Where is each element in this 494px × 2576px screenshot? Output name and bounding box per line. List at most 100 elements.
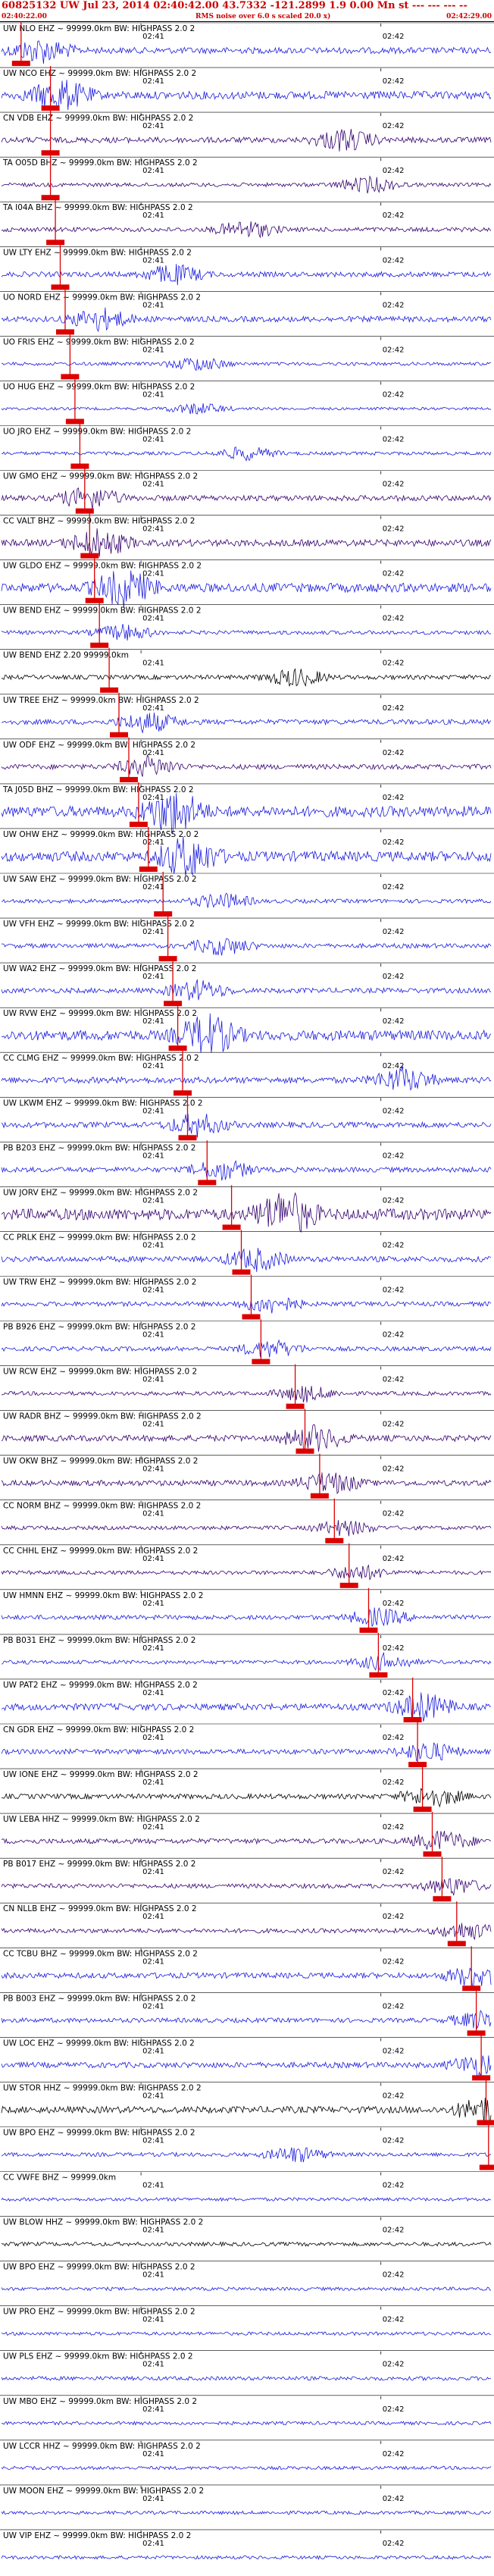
time-tick-label: 02:42 [383, 1555, 405, 1563]
time-tick-label: 02:41 [142, 1107, 164, 1115]
pick-marker [479, 2164, 494, 2170]
pick-marker [447, 1941, 466, 1947]
waveform [1, 1160, 492, 1181]
time-tick-label: 02:41 [142, 212, 164, 220]
time-tick-label: 02:41 [142, 436, 164, 444]
time-tick-label: 02:42 [383, 1107, 405, 1115]
time-tick-label: 02:42 [383, 1196, 405, 1205]
time-tick-label: 02:42 [383, 1421, 405, 1429]
time-tick-label: 02:42 [383, 1062, 405, 1070]
time-tick-label: 02:42 [383, 1152, 405, 1160]
station-label: UO HUG EHZ ~ 99999.0km BW: HIGHPASS 2.0 … [3, 382, 195, 391]
pick-marker [472, 2075, 491, 2081]
waveform [1, 754, 492, 777]
waveform [1, 1878, 492, 1896]
time-tick-label: 02:42 [383, 2540, 405, 2548]
time-tick-label: 02:42 [383, 1286, 405, 1295]
time-tick-label: 02:41 [142, 301, 164, 309]
time-tick-label: 02:41 [142, 2137, 164, 2145]
pick-marker [120, 776, 138, 782]
time-tick-label: 02:42 [383, 749, 405, 757]
time-tick-label: 02:41 [142, 167, 164, 175]
seismogram-page: 60825132 UW Jul 23, 2014 02:40:42.00 43.… [0, 0, 494, 2576]
time-tick-label: 02:41 [142, 2002, 164, 2010]
pick-marker [403, 1717, 422, 1722]
waveform [1, 2196, 492, 2202]
waveform [1, 129, 492, 152]
time-tick-label: 02:41 [142, 256, 164, 265]
station-label: UW OHW EHZ ~ 99999.0km BW: HIGHPASS 2.0 … [3, 830, 199, 839]
station-label: UW PRO EHZ ~ 99999.0km BW: HIGHPASS 2.0 … [3, 2308, 195, 2317]
waveform [1, 570, 492, 608]
pick-marker [100, 687, 119, 693]
waveform [1, 264, 492, 286]
waveform [1, 2098, 492, 2124]
time-tick-label: 02:42 [383, 883, 405, 892]
time-tick-label: 02:41 [142, 1689, 164, 1697]
station-label: UW PAT2 EHZ ~ 99999.0km BW: HIGHPASS 2.0… [3, 1681, 198, 1690]
pick-marker [51, 284, 70, 290]
time-tick-label: 02:41 [142, 2227, 164, 2235]
time-tick-label: 02:42 [383, 570, 405, 578]
time-tick-label: 02:41 [142, 2495, 164, 2503]
pick-marker [325, 1537, 344, 1543]
time-tick-label: 02:42 [383, 1734, 405, 1742]
time-tick-label: 02:41 [142, 2405, 164, 2414]
time-tick-label: 02:42 [383, 2405, 405, 2414]
time-tick-label: 02:42 [383, 2271, 405, 2280]
pick-marker [413, 1807, 432, 1813]
waveform [1, 938, 492, 956]
waveform [1, 1065, 492, 1091]
time-tick-label: 02:41 [142, 1062, 164, 1070]
pick-marker [369, 1672, 388, 1678]
station-label: UO FRIS EHZ ~ 99999.0km BW: HIGHPASS 2.0… [3, 337, 195, 346]
station-label: UW BEND EHZ ~ 99999.0km BW: HIGHPASS 2.0… [3, 606, 202, 616]
station-label: CN VDB EHZ ~ 99999.0km BW: HIGHPASS 2.0 … [3, 114, 193, 123]
time-tick-label: 02:41 [142, 2450, 164, 2458]
pick-marker [408, 1762, 427, 1768]
time-tick-label: 02:41 [142, 1286, 164, 1295]
station-label: CC CLMG EHZ ~ 99999.0km BW: HIGHPASS 2.0… [3, 1054, 199, 1063]
pick-marker [70, 463, 89, 469]
time-tick-label: 02:41 [142, 1510, 164, 1518]
time-tick-label: 02:42 [383, 212, 405, 220]
waveform [1, 2331, 492, 2336]
time-tick-label: 02:41 [142, 1152, 164, 1160]
pick-marker [359, 1627, 378, 1633]
pick-marker [46, 240, 65, 246]
time-tick-label: 02:41 [142, 660, 164, 668]
pick-marker [423, 1851, 442, 1857]
time-tick-label: 02:42 [383, 2047, 405, 2055]
time-tick-label: 02:41 [142, 122, 164, 130]
time-tick-label: 02:42 [383, 1957, 405, 1966]
pick-marker [56, 329, 74, 335]
time-tick-label: 02:42 [383, 2227, 405, 2235]
waveform [1, 1788, 492, 1808]
waveform [1, 1923, 492, 1940]
waveform [2, 2421, 492, 2426]
waveform [1, 1606, 492, 1627]
time-tick-label: 02:41 [142, 33, 164, 41]
waveform [1, 357, 492, 371]
time-tick-label: 02:41 [142, 1957, 164, 1966]
station-label: UW STOR HHZ ~ 99999.0km BW: HIGHPASS 2.0… [3, 2083, 202, 2092]
pick-marker [61, 374, 80, 380]
time-tick-label: 02:41 [142, 390, 164, 399]
station-label: PB B017 EHZ ~ 99999.0km BW: HIGHPASS 2.0… [3, 1860, 195, 1869]
time-tick-label: 02:42 [383, 481, 405, 489]
station-label: UW JORV EHZ ~ 99999.0km BW: HIGHPASS 2.0… [3, 1188, 198, 1197]
waveform [1, 40, 492, 64]
time-tick-label: 02:42 [383, 1823, 405, 1832]
pick-marker [41, 150, 60, 156]
station-label: PB B926 EHZ ~ 99999.0km BW: HIGHPASS 2.0… [3, 1323, 195, 1332]
time-tick-label: 02:41 [142, 77, 164, 86]
pick-marker [178, 1135, 197, 1141]
waveform [1, 1386, 492, 1403]
pick-marker [41, 105, 60, 111]
station-label: CC TCBU BHZ ~ 99999.0km BW: HIGHPASS 2.0… [3, 1949, 198, 1958]
waveform [1, 1114, 492, 1138]
time-tick-label: 02:41 [142, 1644, 164, 1653]
station-label: CC CHHL EHZ ~ 99999.0km BW: HIGHPASS 2.0… [3, 1547, 198, 1556]
time-tick-label: 02:42 [383, 77, 405, 86]
time-tick-label: 02:41 [142, 346, 164, 354]
